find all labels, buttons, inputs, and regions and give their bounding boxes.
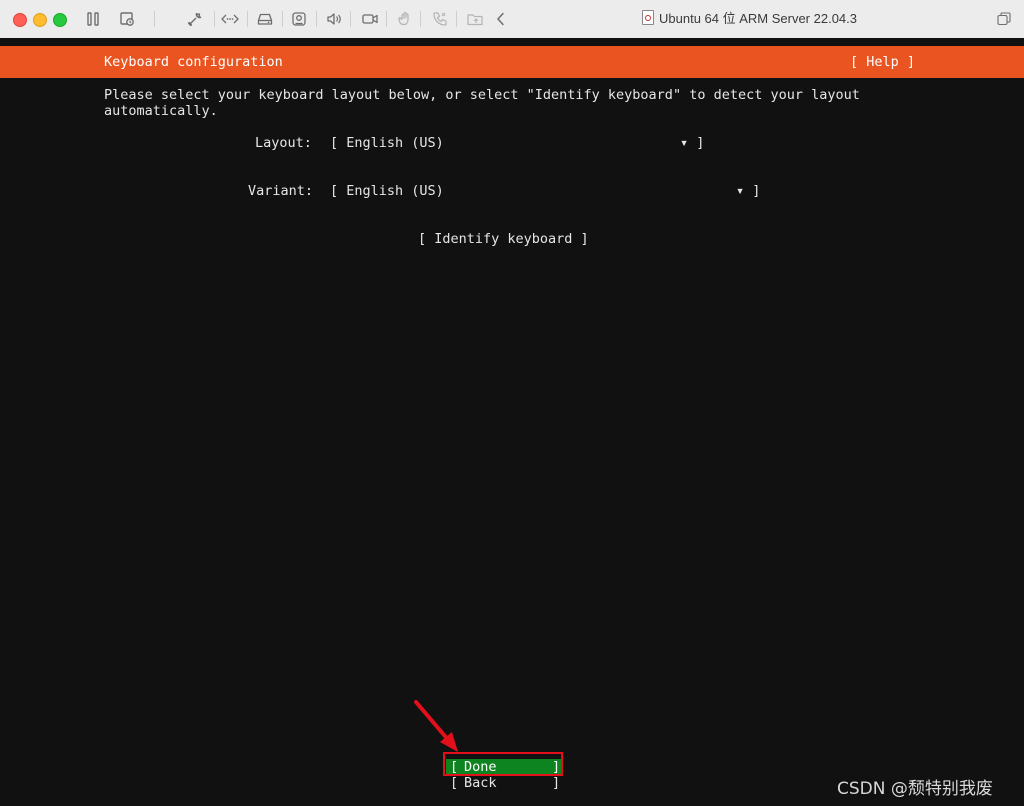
sound-icon[interactable]: [325, 10, 343, 28]
window-titlebar: Ubuntu 64 位 ARM Server 22.04.3: [0, 0, 1024, 39]
close-window-button[interactable]: [13, 13, 27, 27]
back-arrow-icon[interactable]: [492, 10, 510, 28]
page-title: Keyboard configuration: [104, 54, 283, 70]
variant-label: Variant:: [248, 183, 314, 199]
instruction-line-1: Please select your keyboard layout below…: [104, 87, 860, 103]
vm-document-icon: [642, 10, 654, 25]
installer-header-bar: Keyboard configuration [ Help ]: [0, 46, 1024, 78]
variant-dropdown-arrow-icon[interactable]: ▾ ]: [736, 183, 760, 199]
phone-icon[interactable]: [431, 10, 449, 28]
window-title: Ubuntu 64 位 ARM Server 22.04.3: [642, 10, 857, 28]
video-icon[interactable]: [361, 10, 379, 28]
disk-icon[interactable]: [256, 10, 274, 28]
vm-console-screen[interactable]: Keyboard configuration [ Help ] Please s…: [0, 38, 1024, 806]
folder-icon[interactable]: [466, 10, 484, 28]
wrench-icon[interactable]: [186, 10, 204, 28]
snapshot-icon[interactable]: [118, 10, 136, 28]
watermark: CSDN @颓特别我废: [837, 779, 993, 799]
layout-dropdown-arrow-icon[interactable]: ▾ ]: [680, 135, 704, 151]
back-close-bracket: ]: [552, 775, 561, 791]
identify-keyboard-button[interactable]: [ Identify keyboard ]: [418, 231, 589, 247]
pause-icon[interactable]: [84, 10, 102, 28]
fullscreen-icon[interactable]: [995, 10, 1013, 28]
window-title-text: Ubuntu 64 位 ARM Server 22.04.3: [659, 11, 857, 26]
back-label: Back: [464, 775, 497, 791]
minimize-window-button[interactable]: [33, 13, 47, 27]
usb-icon[interactable]: [396, 10, 414, 28]
layout-value[interactable]: [ English (US): [330, 135, 444, 151]
annotation-arrow-icon: [414, 700, 458, 752]
instruction-text: Please select your keyboard layout below…: [104, 87, 860, 119]
camera-icon[interactable]: [290, 10, 308, 28]
back-open-bracket: [: [450, 775, 459, 791]
back-button[interactable]: [ Back ]: [446, 775, 562, 791]
zoom-window-button[interactable]: [53, 13, 67, 27]
layout-label: Layout:: [255, 135, 312, 151]
instruction-line-2: automatically.: [104, 103, 218, 119]
variant-value[interactable]: [ English (US): [330, 183, 444, 199]
network-icon[interactable]: [221, 10, 239, 28]
help-button[interactable]: [ Help ]: [850, 54, 915, 70]
